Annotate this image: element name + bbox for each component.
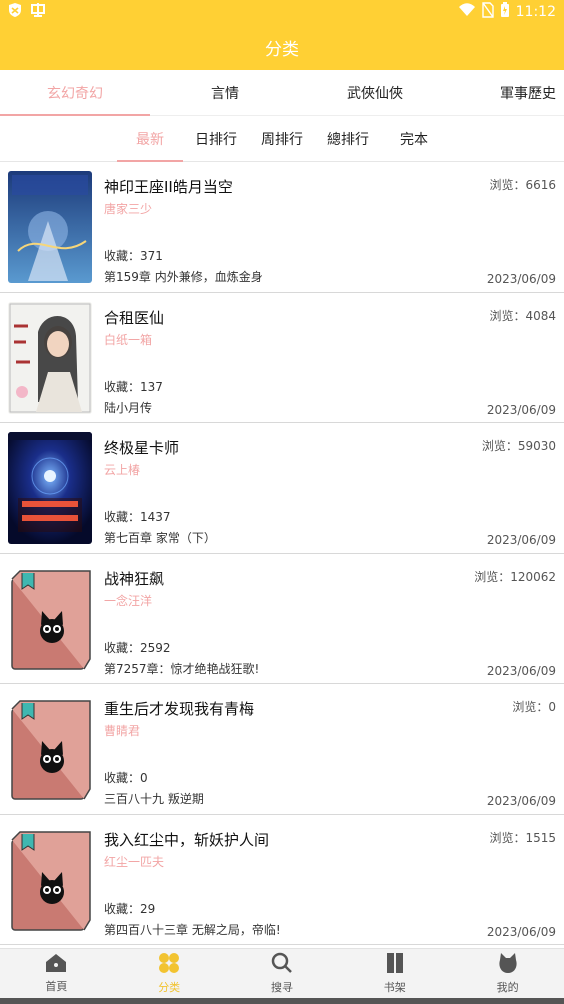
app-notification-icon	[30, 2, 46, 22]
book-views: 浏览：0	[512, 700, 556, 714]
nav-home[interactable]: 首頁	[0, 949, 113, 998]
book-latest-chapter: 第四百八十三章 无解之局，帝临!	[104, 922, 281, 937]
book-favorites: 收藏：137	[104, 379, 163, 394]
nav-search[interactable]: 搜寻	[226, 949, 339, 998]
book-favorites: 收藏：29	[104, 901, 156, 916]
book-latest-chapter: 陆小月传	[104, 400, 153, 415]
tab-daily-rank[interactable]: 日排行	[183, 116, 249, 161]
book-date: 2023/06/09	[486, 663, 556, 678]
nav-category[interactable]: 分类	[113, 949, 226, 998]
battery-icon	[500, 2, 510, 22]
book-date: 2023/06/09	[486, 402, 556, 417]
status-time: 11:12	[515, 4, 556, 20]
tab-label: 總排行	[327, 131, 369, 148]
placeholder-book-cat-icon	[8, 563, 92, 675]
book-cover	[8, 301, 92, 414]
book-latest-chapter: 第7257章：惊才绝艳战狂歌!	[104, 661, 260, 676]
book-favorites: 收藏：1437	[104, 510, 171, 524]
book-author: 一念汪洋	[104, 593, 153, 608]
book-date: 2023/06/09	[486, 533, 556, 547]
list-item[interactable]: 重生后才发现我有青梅 曹睛君 收藏：0 三百八十九 叛逆期 浏览：0 2023/…	[0, 684, 564, 815]
nav-bookshelf[interactable]: 书架	[338, 949, 451, 998]
tab-label: 周排行	[261, 131, 303, 148]
book-author: 白纸一箱	[104, 332, 153, 347]
book-favorites: 收藏：371	[104, 249, 163, 263]
tab-label: 言情	[211, 85, 239, 102]
system-strip	[0, 998, 564, 1004]
placeholder-book-cat-icon	[8, 824, 92, 936]
book-author: 唐家三少	[104, 202, 153, 216]
book-date: 2023/06/09	[486, 272, 556, 286]
tab-latest[interactable]: 最新	[117, 116, 183, 162]
nav-label: 首頁	[45, 980, 68, 993]
no-sim-icon	[481, 2, 494, 22]
book-latest-chapter: 第七百章 家常（下）	[104, 531, 216, 545]
wifi-icon	[458, 3, 476, 21]
book-views: 浏览：59030	[481, 439, 556, 453]
status-bar: 11:12	[0, 0, 564, 24]
shield-icon	[8, 2, 22, 22]
status-right: 11:12	[458, 2, 556, 22]
tab-category-2[interactable]: 言情	[150, 70, 300, 115]
tab-weekly-rank[interactable]: 周排行	[249, 116, 315, 161]
placeholder-book-cat-icon	[8, 693, 92, 805]
book-author: 曹睛君	[104, 724, 141, 738]
category-tabs: 玄幻奇幻 言情 武俠仙俠 軍事歷史	[0, 70, 564, 116]
book-author: 红尘一匹夫	[104, 854, 165, 869]
list-item[interactable]: 我入红尘中，斩妖护人间 红尘一匹夫 收藏：29 第四百八十三章 无解之局，帝临!…	[0, 815, 564, 945]
category-dots-icon	[158, 952, 180, 977]
nav-label: 搜寻	[270, 981, 293, 994]
tab-category-4[interactable]: 軍事歷史	[450, 70, 564, 115]
tab-label: 軍事歷史	[500, 85, 556, 102]
profile-cat-icon	[497, 952, 519, 977]
tab-category-1[interactable]: 玄幻奇幻	[0, 70, 150, 116]
book-title: 重生后才发现我有青梅	[104, 700, 255, 718]
tab-label: 玄幻奇幻	[47, 85, 103, 102]
book-title: 终极星卡师	[104, 439, 180, 457]
book-author: 云上椿	[104, 463, 141, 477]
tab-completed[interactable]: 完本	[381, 116, 447, 161]
book-views: 浏览：120062	[474, 569, 556, 584]
book-cover	[8, 171, 92, 283]
list-item[interactable]: 战神狂飙 一念汪洋 收藏：2592 第7257章：惊才绝艳战狂歌! 浏览：120…	[0, 554, 564, 684]
book-title: 合租医仙	[104, 308, 165, 327]
book-list: 神印王座II皓月当空 唐家三少 收藏：371 第159章 内外兼修，血炼金身 浏…	[0, 162, 564, 945]
tab-label: 日排行	[195, 131, 237, 148]
search-icon	[271, 952, 293, 977]
tab-total-rank[interactable]: 總排行	[315, 116, 381, 161]
tab-label: 最新	[136, 131, 164, 148]
tab-label: 完本	[400, 131, 428, 148]
page-header: 分类	[0, 24, 564, 70]
bookshelf-icon	[385, 952, 405, 977]
book-date: 2023/06/09	[486, 924, 556, 939]
book-favorites: 收藏：2592	[104, 640, 171, 655]
tab-label: 武俠仙俠	[347, 85, 403, 102]
status-left	[8, 2, 46, 22]
book-title: 神印王座II皓月当空	[104, 178, 233, 196]
book-cover	[8, 432, 92, 544]
book-views: 浏览：6616	[489, 178, 556, 192]
nav-profile[interactable]: 我的	[451, 949, 564, 998]
nav-label: 分类	[158, 981, 181, 994]
ranking-tabs: 最新 日排行 周排行 總排行 完本	[0, 116, 564, 162]
tab-category-3[interactable]: 武俠仙俠	[300, 70, 450, 115]
book-views: 浏览：4084	[489, 308, 556, 323]
book-title: 我入红尘中，斩妖护人间	[104, 830, 270, 849]
list-item[interactable]: 神印王座II皓月当空 唐家三少 收藏：371 第159章 内外兼修，血炼金身 浏…	[0, 162, 564, 293]
book-latest-chapter: 第159章 内外兼修，血炼金身	[104, 270, 263, 284]
list-item[interactable]: 合租医仙 白纸一箱 收藏：137 陆小月传 浏览：4084 2023/06/09	[0, 293, 564, 423]
nav-label: 书架	[383, 981, 406, 994]
page-title: 分类	[265, 39, 299, 60]
list-item[interactable]: 终极星卡师 云上椿 收藏：1437 第七百章 家常（下） 浏览：59030 20…	[0, 423, 564, 554]
book-date: 2023/06/09	[486, 794, 556, 808]
bottom-nav: 首頁 分类 搜寻 书架 我的	[0, 948, 564, 998]
book-latest-chapter: 三百八十九 叛逆期	[104, 792, 204, 806]
book-favorites: 收藏：0	[104, 771, 148, 785]
nav-label: 我的	[496, 981, 519, 994]
book-views: 浏览：1515	[489, 830, 556, 845]
book-title: 战神狂飙	[104, 569, 165, 588]
home-icon	[45, 953, 67, 976]
